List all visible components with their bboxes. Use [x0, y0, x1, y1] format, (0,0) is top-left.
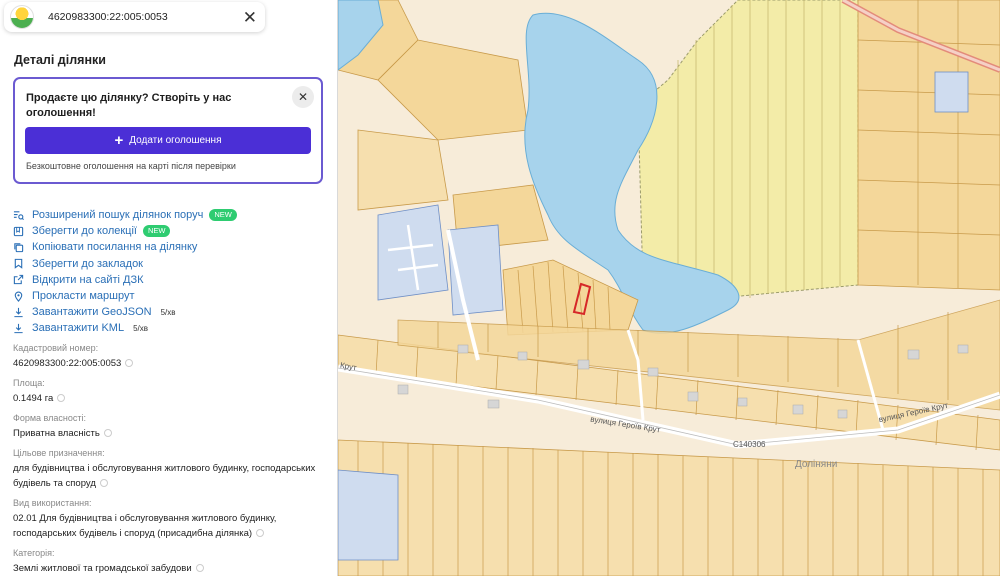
action-label: Зберегти до закладок: [32, 257, 143, 270]
action-route[interactable]: Прокласти маршрут: [13, 288, 237, 304]
property-value: 02.01 Для будівництва і обслуговування ж…: [13, 513, 277, 539]
settlement-label: Доліняни: [795, 459, 838, 470]
action-nearby-search[interactable]: Розширений пошук ділянок поруч NEW: [13, 207, 237, 223]
add-listing-label: Додати оголошення: [129, 135, 222, 146]
new-badge: NEW: [142, 225, 171, 238]
action-label: Розширений пошук ділянок поруч: [32, 209, 204, 222]
info-icon[interactable]: [125, 359, 134, 368]
parcel-blue: [934, 71, 969, 113]
action-bookmark[interactable]: Зберегти до закладок: [13, 256, 237, 272]
info-icon[interactable]: [256, 529, 265, 538]
property-cadastral-number: Кадастровий номер: 4620983300:22:005:005…: [13, 343, 331, 371]
search-input[interactable]: 4620983300:22:005:0053: [48, 11, 243, 23]
property-label: Кадастровий номер:: [13, 343, 99, 353]
new-badge: NEW: [209, 209, 237, 222]
add-listing-button[interactable]: + Додати оголошення: [25, 127, 311, 154]
action-save-collection[interactable]: Зберегти до колекції NEW: [13, 223, 237, 239]
info-icon[interactable]: [195, 564, 204, 573]
actions-list: Розширений пошук ділянок поруч NEW Збере…: [13, 207, 237, 337]
promo-note: Безкоштовне оголошення на карті після пе…: [26, 161, 236, 171]
action-label: Прокласти маршрут: [32, 290, 135, 303]
action-label: Завантажити KML: [32, 322, 125, 335]
action-download-geojson[interactable]: Завантажити GeoJSON 5/хв: [13, 304, 237, 320]
property-label: Цільове призначення:: [13, 448, 105, 458]
parcel-properties: Кадастровий номер: 4620983300:22:005:005…: [13, 343, 331, 576]
property-area: Площа: 0.1494 га: [13, 378, 331, 406]
road-code-label: C140306: [733, 440, 766, 449]
cadastral-map[interactable]: Крут вулиця Героїв Крут C140306 вулиця Г…: [338, 0, 1000, 576]
rate-limit: 5/хв: [133, 323, 148, 333]
download-icon: [13, 307, 24, 318]
clear-search-icon[interactable]: ✕: [243, 9, 257, 26]
map-pin-icon: [13, 291, 24, 302]
property-value: Землі житлової та громадської забудови: [13, 563, 192, 574]
property-label: Площа:: [13, 378, 45, 388]
parcel-blue: [338, 469, 399, 561]
section-title: Деталі ділянки: [14, 53, 106, 67]
property-value[interactable]: 4620983300:22:005:0053: [13, 358, 121, 369]
parcel-details-panel: 4620983300:22:005:0053 ✕ Деталі ділянки …: [0, 0, 338, 576]
property-label: Вид використання:: [13, 498, 92, 508]
info-icon[interactable]: [99, 479, 108, 488]
app-logo[interactable]: [10, 5, 34, 29]
copy-icon: [13, 242, 24, 253]
promo-card: Продаєте цю ділянку? Створіть у нас огол…: [13, 77, 323, 184]
action-label: Відкрити на сайті ДЗК: [32, 273, 144, 286]
promo-text: Продаєте цю ділянку? Створіть у нас огол…: [26, 92, 232, 119]
plus-icon: +: [114, 132, 124, 149]
field-area: [338, 439, 1000, 576]
action-label: Зберегти до колекції: [32, 225, 137, 238]
property-category: Категорія: Землі житлової та громадської…: [13, 548, 331, 576]
rate-limit: 5/хв: [160, 307, 176, 317]
action-label: Завантажити GeoJSON: [32, 306, 152, 319]
property-value: Приватна власність: [13, 428, 100, 439]
property-label: Категорія:: [13, 548, 55, 558]
property-label: Форма власності:: [13, 413, 86, 423]
action-download-kml[interactable]: Завантажити KML 5/хв: [13, 320, 237, 336]
action-copy-link[interactable]: Копіювати посилання на ділянку: [13, 239, 237, 255]
action-open-dzk[interactable]: Відкрити на сайті ДЗК: [13, 272, 237, 288]
action-label: Копіювати посилання на ділянку: [32, 241, 198, 254]
search-bar[interactable]: 4620983300:22:005:0053 ✕: [4, 2, 265, 32]
bookmark-icon: [13, 258, 24, 269]
list-search-icon: [13, 210, 24, 221]
info-icon[interactable]: [57, 394, 66, 403]
info-icon[interactable]: [103, 429, 112, 438]
map-canvas[interactable]: [338, 0, 1000, 576]
external-link-icon: [13, 274, 24, 285]
collection-icon: [13, 226, 24, 237]
parcel-block: [357, 129, 449, 211]
download-icon: [13, 323, 24, 334]
field-area: [637, 0, 859, 301]
promo-close-icon[interactable]: ✕: [292, 86, 314, 108]
property-value: 0.1494 га: [13, 393, 54, 404]
property-usage: Вид використання: 02.01 Для будівництва …: [13, 498, 331, 541]
property-purpose: Цільове призначення: для будівництва і о…: [13, 448, 331, 491]
property-ownership: Форма власності: Приватна власність: [13, 413, 331, 441]
property-value: для будівництва і обслуговування житлово…: [13, 463, 316, 489]
